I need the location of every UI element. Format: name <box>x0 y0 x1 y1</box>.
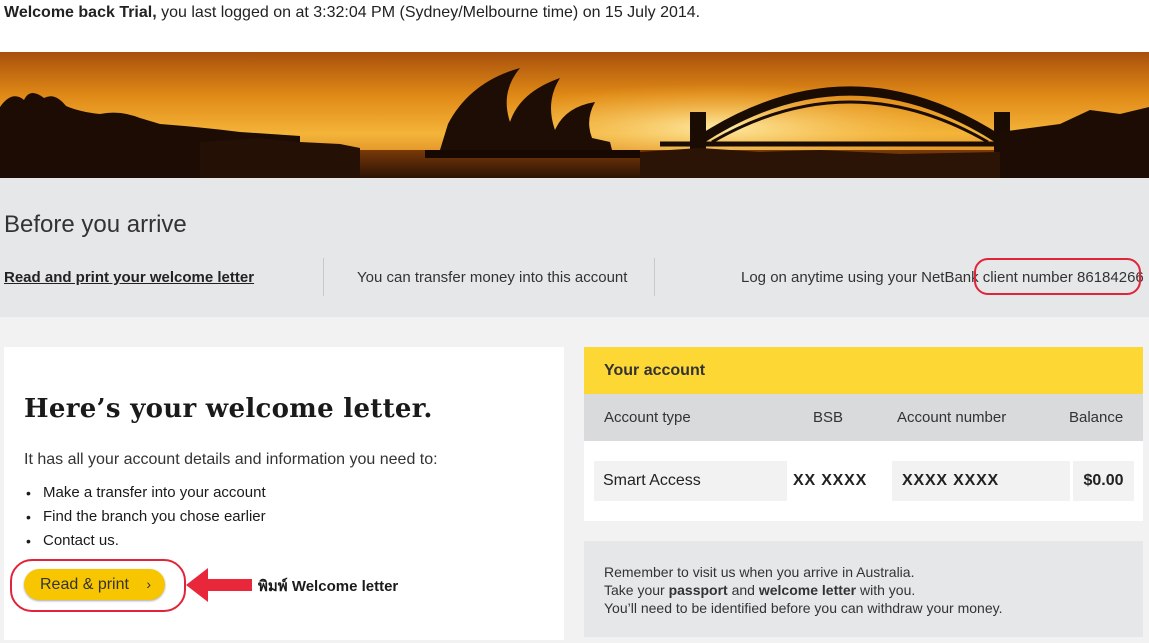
table-row: Smart Access XX XXXX XXXX XXXX $0.00 <box>594 461 1134 501</box>
balance-cell: $0.00 <box>1073 461 1134 501</box>
welcome-letter-intro: It has all your account details and info… <box>24 451 438 468</box>
your-account-heading: Your account <box>604 362 706 379</box>
chevron-right-icon: › <box>146 576 151 592</box>
reminder-passport: passport <box>668 582 728 598</box>
print-annotation-text: พิมพ์ Welcome letter <box>258 578 399 595</box>
reminder-line-3: You’ll need to be identified before you … <box>604 600 1003 616</box>
transfer-money-text: You can transfer money into this account <box>357 269 628 286</box>
reminder-line-1: Remember to visit us when you arrive in … <box>604 564 915 580</box>
arrival-reminder-card: Remember to visit us when you arrive in … <box>584 541 1143 637</box>
column-account-number: Account number <box>897 409 1007 426</box>
account-type-cell: Smart Access <box>594 461 787 501</box>
divider <box>323 258 324 296</box>
reminder-text: with you. <box>856 582 916 598</box>
bsb-cell: XX XXXX <box>790 461 889 501</box>
read-welcome-letter-link[interactable]: Read and print your welcome letter <box>4 269 254 286</box>
list-item: Make a transfer into your account <box>24 481 266 505</box>
client-number-highlight <box>974 258 1141 295</box>
list-item: Contact us. <box>24 529 266 553</box>
reminder-text: Take your <box>604 582 669 598</box>
welcome-letter-list: Make a transfer into your account Find t… <box>24 481 266 553</box>
column-balance: Balance <box>1069 409 1124 426</box>
your-account-card: Your account Account type BSB Account nu… <box>584 347 1143 521</box>
account-table-header: Account type BSB Account number Balance <box>584 394 1143 441</box>
column-bsb: BSB <box>813 409 844 426</box>
read-print-button[interactable]: Read & print › <box>24 569 165 600</box>
welcome-letter-title: Here’s your welcome letter. <box>24 394 433 424</box>
before-you-arrive-heading: Before you arrive <box>4 211 187 238</box>
read-print-label: Read & print <box>40 576 129 593</box>
arrive-steps-row: Read and print your welcome letter You c… <box>0 256 1149 298</box>
divider <box>654 258 655 296</box>
reminder-welcome-letter: welcome letter <box>758 582 857 598</box>
welcome-message: Welcome back Trial, you last logged on a… <box>4 4 700 22</box>
your-account-header: Your account <box>584 347 1143 394</box>
column-account-type: Account type <box>604 409 691 426</box>
last-login-text: you last logged on at 3:32:04 PM (Sydney… <box>156 4 701 21</box>
arrow-left-icon <box>186 568 252 602</box>
welcome-greeting: Welcome back Trial, <box>4 4 157 21</box>
account-number-cell: XXXX XXXX <box>892 461 1070 501</box>
sydney-harbour-banner <box>0 52 1149 178</box>
before-you-arrive-panel: Before you arrive Read and print your we… <box>0 178 1149 317</box>
list-item: Find the branch you chose earlier <box>24 505 266 529</box>
reminder-line-2: Take your passport and welcome letter wi… <box>604 581 1143 599</box>
reminder-text: and <box>727 582 759 598</box>
